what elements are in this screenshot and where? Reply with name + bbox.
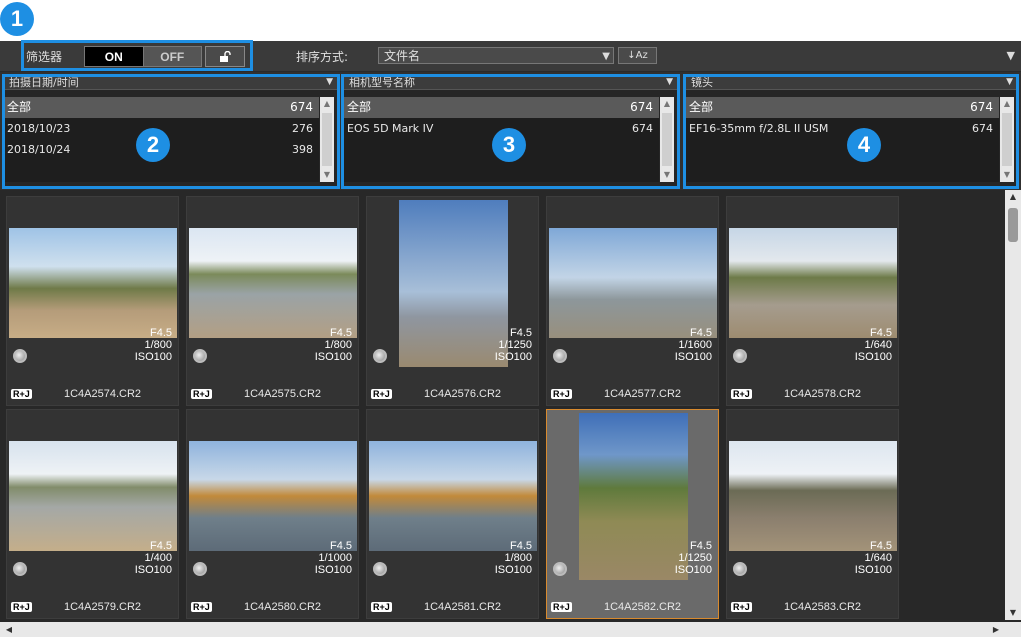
thumbnail-cell[interactable]: F4.5 1/1250 ISO100 R+J 1C4A2576.CR2 bbox=[366, 196, 539, 406]
filter-header-camera[interactable]: 相机型号名称 ▼ bbox=[344, 76, 677, 90]
thumbnail-cell[interactable]: F4.5 1/1000 ISO100 R+J 1C4A2580.CR2 bbox=[186, 409, 359, 619]
photo-thumbnail[interactable] bbox=[189, 441, 357, 551]
filter-panel-date: 拍摄日期/时间 ▼ 全部 674 2018/10/23 276 2018/10/24 3… bbox=[4, 76, 337, 186]
thumbnail-cell[interactable]: F4.5 1/400 ISO100 R+J 1C4A2579.CR2 bbox=[6, 409, 179, 619]
file-name: 1C4A2583.CR2 bbox=[783, 601, 862, 613]
photo-thumbnail[interactable] bbox=[729, 228, 897, 338]
callout-marker-1: 1 bbox=[0, 2, 34, 36]
grid-horizontal-scrollbar[interactable]: ◀ ▶ bbox=[0, 622, 1005, 637]
filter-toolbar: 筛选器 ON OFF 排序方式: 文件名 ▼ ↓Az ▼ bbox=[0, 41, 1021, 72]
rating-icon[interactable] bbox=[733, 349, 747, 363]
thumbnail-cell[interactable]: F4.5 1/640 ISO100 R+J 1C4A2578.CR2 bbox=[726, 196, 899, 406]
exif-info: F4.5 1/800 ISO100 bbox=[494, 540, 532, 576]
rating-icon[interactable] bbox=[13, 562, 27, 576]
filter-on-button[interactable]: ON bbox=[85, 47, 143, 66]
filter-toggle[interactable]: ON OFF bbox=[84, 46, 202, 67]
rating-icon[interactable] bbox=[193, 562, 207, 576]
thumbnail-cell[interactable]: F4.5 1/800 ISO100 R+J 1C4A2574.CR2 bbox=[6, 196, 179, 406]
thumbnail-cell[interactable]: F4.5 1/800 ISO100 R+J 1C4A2581.CR2 bbox=[366, 409, 539, 619]
filter-header-date[interactable]: 拍摄日期/时间 ▼ bbox=[4, 76, 337, 90]
photo-thumbnail[interactable] bbox=[579, 413, 688, 580]
rating-icon[interactable] bbox=[193, 349, 207, 363]
file-name: 1C4A2576.CR2 bbox=[423, 388, 502, 400]
thumbnail-grid: F4.5 1/800 ISO100 R+J 1C4A2574.CR2 F4.5 1/800 I… bbox=[0, 190, 1021, 637]
scrollbar-corner bbox=[1005, 622, 1021, 637]
file-name: 1C4A2578.CR2 bbox=[783, 388, 862, 400]
callout-marker-3: 3 bbox=[492, 128, 526, 162]
exif-info: F4.5 1/800 ISO100 bbox=[134, 327, 172, 363]
photo-thumbnail[interactable] bbox=[369, 441, 537, 551]
exif-info: F4.5 1/640 ISO100 bbox=[854, 327, 892, 363]
filter-panel-lens: 镜头 ▼ 全部 674 EF16-35mm f/2.8L II USM 674 ▲ ▼ bbox=[686, 76, 1017, 186]
photo-thumbnail[interactable] bbox=[9, 441, 177, 551]
exif-info: F4.5 1/400 ISO100 bbox=[134, 540, 172, 576]
chevron-down-icon: ▼ bbox=[1006, 77, 1013, 87]
thumbnail-cell[interactable]: F4.5 1/1250 ISO100 R+J 1C4A2582.CR2 bbox=[546, 409, 719, 619]
exif-info: F4.5 1/1250 ISO100 bbox=[674, 540, 712, 576]
photo-thumbnail[interactable] bbox=[9, 228, 177, 338]
exif-info: F4.5 1/800 ISO100 bbox=[314, 327, 352, 363]
filter-header-lens[interactable]: 镜头 ▼ bbox=[686, 76, 1017, 90]
rating-icon[interactable] bbox=[733, 562, 747, 576]
filter-scrollbar[interactable]: ▲ ▼ bbox=[320, 97, 334, 182]
list-item[interactable]: 全部 674 bbox=[344, 97, 659, 118]
sort-label: 排序方式: bbox=[296, 50, 349, 64]
filter-list-lens: 全部 674 EF16-35mm f/2.8L II USM 674 bbox=[686, 97, 999, 182]
callout-marker-4: 4 bbox=[847, 128, 881, 162]
file-name: 1C4A2581.CR2 bbox=[423, 601, 502, 613]
file-name: 1C4A2582.CR2 bbox=[603, 601, 682, 613]
toolbar-menu-chevron-icon[interactable]: ▼ bbox=[1007, 49, 1015, 62]
file-name: 1C4A2575.CR2 bbox=[243, 388, 322, 400]
sort-order-button[interactable]: ↓Az bbox=[618, 47, 657, 64]
rating-icon[interactable] bbox=[373, 562, 387, 576]
exif-info: F4.5 1/640 ISO100 bbox=[854, 540, 892, 576]
list-item[interactable]: 全部 674 bbox=[4, 97, 319, 118]
filter-label: 筛选器 bbox=[26, 50, 63, 64]
photo-thumbnail[interactable] bbox=[549, 228, 717, 338]
sort-select[interactable]: 文件名 ▼ bbox=[378, 47, 614, 64]
filter-scrollbar[interactable]: ▲ ▼ bbox=[1000, 97, 1014, 182]
rating-icon[interactable] bbox=[553, 349, 567, 363]
thumbnail-cell[interactable]: F4.5 1/800 ISO100 R+J 1C4A2575.CR2 bbox=[186, 196, 359, 406]
rating-icon[interactable] bbox=[553, 562, 567, 576]
photo-thumbnail[interactable] bbox=[189, 228, 357, 338]
file-name: 1C4A2577.CR2 bbox=[603, 388, 682, 400]
rating-icon[interactable] bbox=[13, 349, 27, 363]
file-name: 1C4A2574.CR2 bbox=[63, 388, 142, 400]
exif-info: F4.5 1/1600 ISO100 bbox=[674, 327, 712, 363]
file-name: 1C4A2579.CR2 bbox=[63, 601, 142, 613]
grid-vertical-scrollbar[interactable]: ▲ ▼ bbox=[1005, 190, 1021, 620]
exif-info: F4.5 1/1000 ISO100 bbox=[314, 540, 352, 576]
callout-marker-2: 2 bbox=[136, 128, 170, 162]
photo-thumbnail[interactable] bbox=[729, 441, 897, 551]
unlock-icon bbox=[220, 50, 231, 62]
chevron-down-icon: ▼ bbox=[666, 77, 673, 87]
lock-button[interactable] bbox=[205, 46, 245, 67]
list-item[interactable]: EF16-35mm f/2.8L II USM 674 bbox=[686, 118, 999, 139]
rating-icon[interactable] bbox=[373, 349, 387, 363]
chevron-down-icon: ▼ bbox=[602, 51, 610, 62]
photo-thumbnail[interactable] bbox=[399, 200, 508, 367]
file-name: 1C4A2580.CR2 bbox=[243, 601, 322, 613]
list-item[interactable]: 全部 674 bbox=[686, 97, 999, 118]
sort-select-value: 文件名 bbox=[384, 49, 421, 63]
thumbnail-cell[interactable]: F4.5 1/640 ISO100 R+J 1C4A2583.CR2 bbox=[726, 409, 899, 619]
exif-info: F4.5 1/1250 ISO100 bbox=[494, 327, 532, 363]
thumbnail-cell[interactable]: F4.5 1/1600 ISO100 R+J 1C4A2577.CR2 bbox=[546, 196, 719, 406]
filter-scrollbar[interactable]: ▲ ▼ bbox=[660, 97, 674, 182]
filter-off-button[interactable]: OFF bbox=[142, 47, 201, 66]
chevron-down-icon: ▼ bbox=[326, 77, 333, 87]
